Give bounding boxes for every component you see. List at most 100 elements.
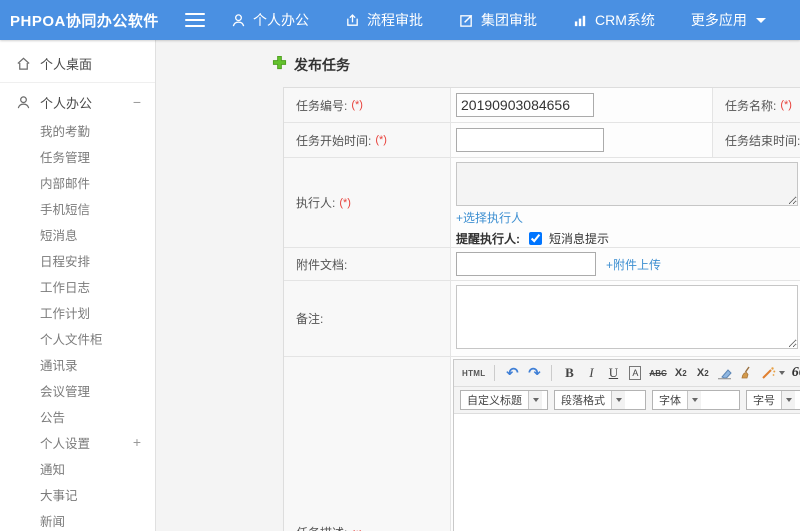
sidebar-item-attendance[interactable]: 我的考勤: [0, 117, 155, 143]
description-cell: HTML ↶ ↷ B I U A ABC X2 X2 6 自定义标题 段落格式 …: [451, 357, 800, 531]
top-nav: 个人办公 流程审批 集团审批 CRM系统 更多应用: [231, 10, 766, 30]
remark-cell: [451, 281, 800, 357]
menu-toggle-icon[interactable]: [185, 13, 205, 27]
sidebar-item-contacts[interactable]: 通讯录: [0, 351, 155, 377]
sidebar-item-work-plan[interactable]: 工作计划: [0, 299, 155, 325]
format-painter-wand-icon[interactable]: [759, 363, 787, 383]
attachment-cell: +附件上传: [451, 248, 800, 281]
collapse-icon[interactable]: −: [133, 95, 141, 109]
nav-label: 个人办公: [253, 12, 309, 28]
user-icon: [231, 13, 246, 28]
publish-task-form: 任务编号:(*) 任务名称:(*) 任务开始时间:(*) 任务结束时间:(*): [283, 87, 800, 531]
remark-label: 备注:: [284, 281, 451, 357]
blockquote-button[interactable]: 66: [789, 363, 800, 383]
sidebar-item-label: 大事记: [40, 488, 78, 503]
sidebar-item-file-cabinet[interactable]: 个人文件柜: [0, 325, 155, 351]
bar-chart-icon: [573, 13, 588, 28]
html-source-button[interactable]: HTML: [460, 363, 487, 383]
font-size-select[interactable]: 字号: [746, 390, 800, 410]
sidebar-item-task-management[interactable]: 任务管理: [0, 143, 155, 169]
sidebar-item-label: 我的考勤: [40, 124, 91, 139]
home-icon: [16, 56, 31, 71]
sidebar-item-meeting[interactable]: 会议管理: [0, 377, 155, 403]
sidebar-item-label: 短消息: [40, 228, 78, 243]
end-time-label: 任务结束时间:(*): [713, 123, 800, 158]
sidebar-item-internal-mail[interactable]: 内部邮件: [0, 169, 155, 195]
sidebar-item-label: 通知: [40, 462, 66, 477]
start-time-cell: [451, 123, 713, 158]
sidebar-item-label: 个人文件柜: [40, 332, 103, 347]
sidebar-item-work-log[interactable]: 工作日志: [0, 273, 155, 299]
sidebar-item-sms[interactable]: 手机短信: [0, 195, 155, 221]
editor-content-area[interactable]: [454, 414, 800, 531]
underline-button[interactable]: U: [603, 363, 623, 383]
sidebar-item-announcement[interactable]: 公告: [0, 403, 155, 429]
sidebar-item-news[interactable]: 新闻: [0, 507, 155, 531]
sidebar-item-label: 公告: [40, 410, 66, 425]
select-executor-link[interactable]: +选择执行人: [456, 209, 523, 226]
sms-remind-checkbox[interactable]: [529, 232, 542, 245]
editor-toolbar-row2: 自定义标题 段落格式 字体 字号: [454, 387, 800, 414]
nav-process-approval[interactable]: 流程审批: [345, 10, 423, 30]
sidebar-item-memorabilia[interactable]: 大事记: [0, 481, 155, 507]
sidebar-item-notice[interactable]: 通知: [0, 455, 155, 481]
attachment-input[interactable]: [456, 252, 596, 276]
sidebar-item-label: 工作计划: [40, 306, 91, 321]
sidebar-item-desktop[interactable]: 个人桌面: [0, 48, 155, 78]
custom-heading-select[interactable]: 自定义标题: [460, 390, 548, 410]
strikethrough-button[interactable]: ABC: [647, 363, 668, 383]
caret-down-icon: [755, 17, 766, 23]
app-logo: PHPOA协同办公软件: [10, 12, 159, 30]
eraser-icon[interactable]: [715, 363, 735, 383]
user-icon: [16, 95, 31, 110]
broom-clean-icon[interactable]: [737, 363, 757, 383]
rich-text-editor: HTML ↶ ↷ B I U A ABC X2 X2 6 自定义标题 段落格式 …: [453, 359, 800, 531]
attachment-label: 附件文档:: [284, 248, 451, 281]
undo-button[interactable]: ↶: [502, 363, 522, 383]
nav-label: 集团审批: [481, 12, 537, 28]
paragraph-format-select[interactable]: 段落格式: [554, 390, 646, 410]
sidebar-item-schedule[interactable]: 日程安排: [0, 247, 155, 273]
task-number-cell: [451, 88, 713, 123]
start-time-input[interactable]: [456, 128, 604, 152]
attachment-upload-link[interactable]: +附件上传: [606, 256, 661, 273]
task-number-input[interactable]: [456, 93, 594, 117]
executor-label: 执行人: (*): [284, 158, 451, 248]
toolbar-separator: [494, 365, 496, 381]
subscript-button[interactable]: X2: [693, 363, 713, 383]
remove-format-button[interactable]: A: [625, 363, 645, 383]
sidebar-item-label: 日程安排: [40, 254, 91, 269]
sidebar-item-personal-office[interactable]: 个人办公 −: [0, 87, 155, 117]
superscript-button[interactable]: X2: [671, 363, 691, 383]
task-name-label: 任务名称: (*): [713, 88, 800, 123]
main-content: 发布任务 任务编号:(*) 任务名称:(*) 任务开始时间:(*) 任务结束时间: [156, 40, 800, 531]
font-family-select[interactable]: 字体: [652, 390, 740, 410]
nav-more-apps[interactable]: 更多应用: [691, 10, 766, 30]
nav-label: CRM系统: [595, 12, 655, 28]
sidebar-item-label: 通讯录: [40, 358, 78, 373]
sidebar-item-label: 新闻: [40, 514, 66, 529]
sidebar-item-label: 个人办公: [40, 95, 93, 111]
redo-button[interactable]: ↷: [524, 363, 544, 383]
sidebar: 个人桌面 个人办公 − 我的考勤 任务管理 内部邮件 手机短信 短消息 日程安排…: [0, 40, 156, 531]
sidebar-item-label: 内部邮件: [40, 176, 91, 191]
nav-crm[interactable]: CRM系统: [573, 10, 655, 30]
sidebar-item-personal-settings[interactable]: 个人设置 +: [0, 429, 155, 455]
caret-down-icon: [528, 391, 542, 409]
caret-down-icon: [778, 371, 785, 375]
expand-icon[interactable]: +: [133, 434, 141, 450]
divider: [0, 82, 155, 83]
italic-button[interactable]: I: [581, 363, 601, 383]
sms-remind-label: 短消息提示: [549, 232, 610, 246]
remark-textarea[interactable]: [456, 285, 798, 349]
editor-toolbar-row1: HTML ↶ ↷ B I U A ABC X2 X2 6: [454, 360, 800, 387]
caret-down-icon: [781, 391, 795, 409]
executor-textarea[interactable]: [456, 162, 798, 206]
page-title: 发布任务: [272, 54, 800, 76]
plus-icon: [272, 55, 287, 75]
caret-down-icon: [687, 391, 701, 409]
nav-group-approval[interactable]: 集团审批: [459, 10, 537, 30]
nav-personal-office[interactable]: 个人办公: [231, 10, 309, 30]
sidebar-item-short-message[interactable]: 短消息: [0, 221, 155, 247]
bold-button[interactable]: B: [559, 363, 579, 383]
